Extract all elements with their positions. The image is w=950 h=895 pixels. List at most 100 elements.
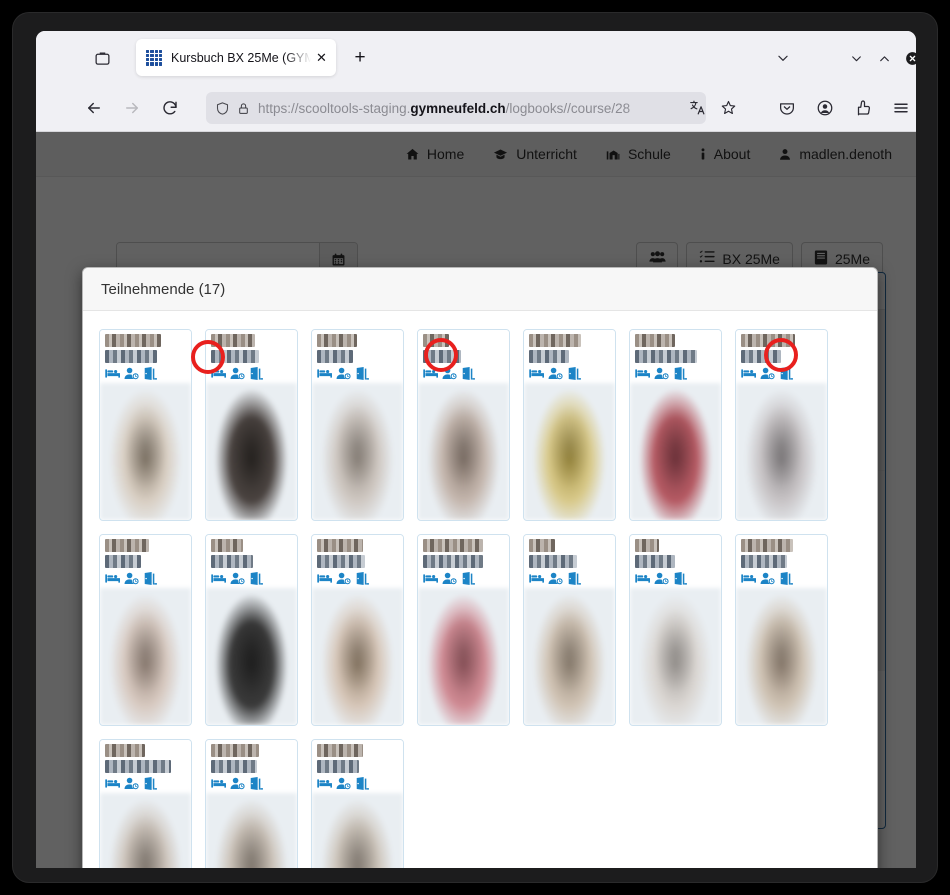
participant-photo	[312, 793, 403, 869]
back-button[interactable]	[80, 94, 108, 122]
firefox-view-icon[interactable]	[88, 44, 116, 72]
participant-card[interactable]	[99, 534, 192, 726]
bed-icon[interactable]	[423, 367, 438, 380]
shield-icon[interactable]	[215, 101, 230, 116]
page-viewport: Home Unterricht Schule	[36, 132, 916, 869]
participant-card-header	[418, 330, 509, 383]
bed-icon[interactable]	[635, 572, 650, 585]
bed-icon[interactable]	[105, 777, 120, 790]
user-clock-icon[interactable]	[760, 572, 775, 585]
window-close-button[interactable]	[900, 46, 916, 70]
new-tab-button[interactable]: +	[346, 44, 374, 72]
user-clock-icon[interactable]	[336, 777, 351, 790]
bed-icon[interactable]	[635, 367, 650, 380]
participant-card[interactable]	[99, 329, 192, 521]
bed-icon[interactable]	[317, 777, 332, 790]
participant-card[interactable]	[629, 329, 722, 521]
door-open-icon[interactable]	[143, 367, 158, 380]
bookmark-star-icon[interactable]	[717, 96, 740, 119]
participant-photo	[100, 793, 191, 869]
translate-icon[interactable]	[686, 96, 709, 119]
door-open-icon[interactable]	[673, 572, 688, 585]
bed-icon[interactable]	[317, 367, 332, 380]
door-open-icon[interactable]	[143, 777, 158, 790]
door-open-icon[interactable]	[673, 367, 688, 380]
door-open-icon[interactable]	[355, 367, 370, 380]
tab-list-chevron-down-icon[interactable]	[771, 46, 795, 70]
door-open-icon[interactable]	[461, 367, 476, 380]
door-open-icon[interactable]	[567, 367, 582, 380]
app-menu-icon[interactable]	[888, 95, 914, 121]
window-minimize-button[interactable]	[844, 46, 868, 70]
door-open-icon[interactable]	[355, 777, 370, 790]
tab-close-icon[interactable]: ✕	[313, 49, 330, 66]
user-clock-icon[interactable]	[548, 572, 563, 585]
participant-card[interactable]	[205, 739, 298, 869]
participant-card[interactable]	[735, 534, 828, 726]
account-icon[interactable]	[812, 95, 838, 121]
participant-card-header	[524, 330, 615, 383]
participant-card[interactable]	[629, 534, 722, 726]
user-clock-icon[interactable]	[654, 367, 669, 380]
bed-icon[interactable]	[741, 572, 756, 585]
participant-card[interactable]	[523, 534, 616, 726]
door-open-icon[interactable]	[779, 367, 794, 380]
participant-card[interactable]	[735, 329, 828, 521]
user-clock-icon[interactable]	[230, 777, 245, 790]
user-clock-icon[interactable]	[124, 367, 139, 380]
participant-card[interactable]	[417, 534, 510, 726]
bed-icon[interactable]	[105, 367, 120, 380]
user-clock-icon[interactable]	[124, 572, 139, 585]
user-clock-icon[interactable]	[230, 367, 245, 380]
door-open-icon[interactable]	[355, 572, 370, 585]
user-clock-icon[interactable]	[442, 572, 457, 585]
bed-icon[interactable]	[529, 367, 544, 380]
bed-icon[interactable]	[529, 572, 544, 585]
user-clock-icon[interactable]	[654, 572, 669, 585]
participant-card-icons	[105, 571, 186, 585]
participant-first-name	[317, 744, 363, 757]
bed-icon[interactable]	[317, 572, 332, 585]
bed-icon[interactable]	[211, 367, 226, 380]
participant-card[interactable]	[205, 534, 298, 726]
user-clock-icon[interactable]	[760, 367, 775, 380]
participant-card[interactable]	[205, 329, 298, 521]
participant-card[interactable]	[311, 329, 404, 521]
door-open-icon[interactable]	[779, 572, 794, 585]
user-clock-icon[interactable]	[442, 367, 457, 380]
user-clock-icon[interactable]	[230, 572, 245, 585]
extensions-icon[interactable]	[850, 95, 876, 121]
lock-icon[interactable]	[237, 102, 250, 115]
door-open-icon[interactable]	[249, 367, 264, 380]
participant-card[interactable]	[523, 329, 616, 521]
user-clock-icon[interactable]	[124, 777, 139, 790]
bed-icon[interactable]	[211, 777, 226, 790]
pocket-icon[interactable]	[774, 95, 800, 121]
bed-icon[interactable]	[741, 367, 756, 380]
bed-icon[interactable]	[423, 572, 438, 585]
reload-button[interactable]	[156, 94, 184, 122]
forward-button[interactable]	[118, 94, 146, 122]
participant-card[interactable]	[99, 739, 192, 869]
participant-card-icons	[423, 366, 504, 380]
door-open-icon[interactable]	[567, 572, 582, 585]
user-clock-icon[interactable]	[336, 367, 351, 380]
user-clock-icon[interactable]	[336, 572, 351, 585]
door-open-icon[interactable]	[249, 572, 264, 585]
participant-photo	[524, 383, 615, 520]
participant-photo	[206, 588, 297, 725]
participant-card[interactable]	[311, 534, 404, 726]
door-open-icon[interactable]	[461, 572, 476, 585]
door-open-icon[interactable]	[249, 777, 264, 790]
bed-icon[interactable]	[105, 572, 120, 585]
participant-last-name	[317, 350, 353, 363]
participant-first-name	[105, 539, 149, 552]
participant-card[interactable]	[417, 329, 510, 521]
url-bar[interactable]: https://scooltools-staging.gymneufeld.ch…	[206, 92, 706, 124]
browser-tab[interactable]: Kursbuch BX 25Me (GYM3/ ✕	[136, 39, 336, 76]
door-open-icon[interactable]	[143, 572, 158, 585]
window-maximize-button[interactable]	[872, 46, 896, 70]
participant-card[interactable]	[311, 739, 404, 869]
user-clock-icon[interactable]	[548, 367, 563, 380]
bed-icon[interactable]	[211, 572, 226, 585]
